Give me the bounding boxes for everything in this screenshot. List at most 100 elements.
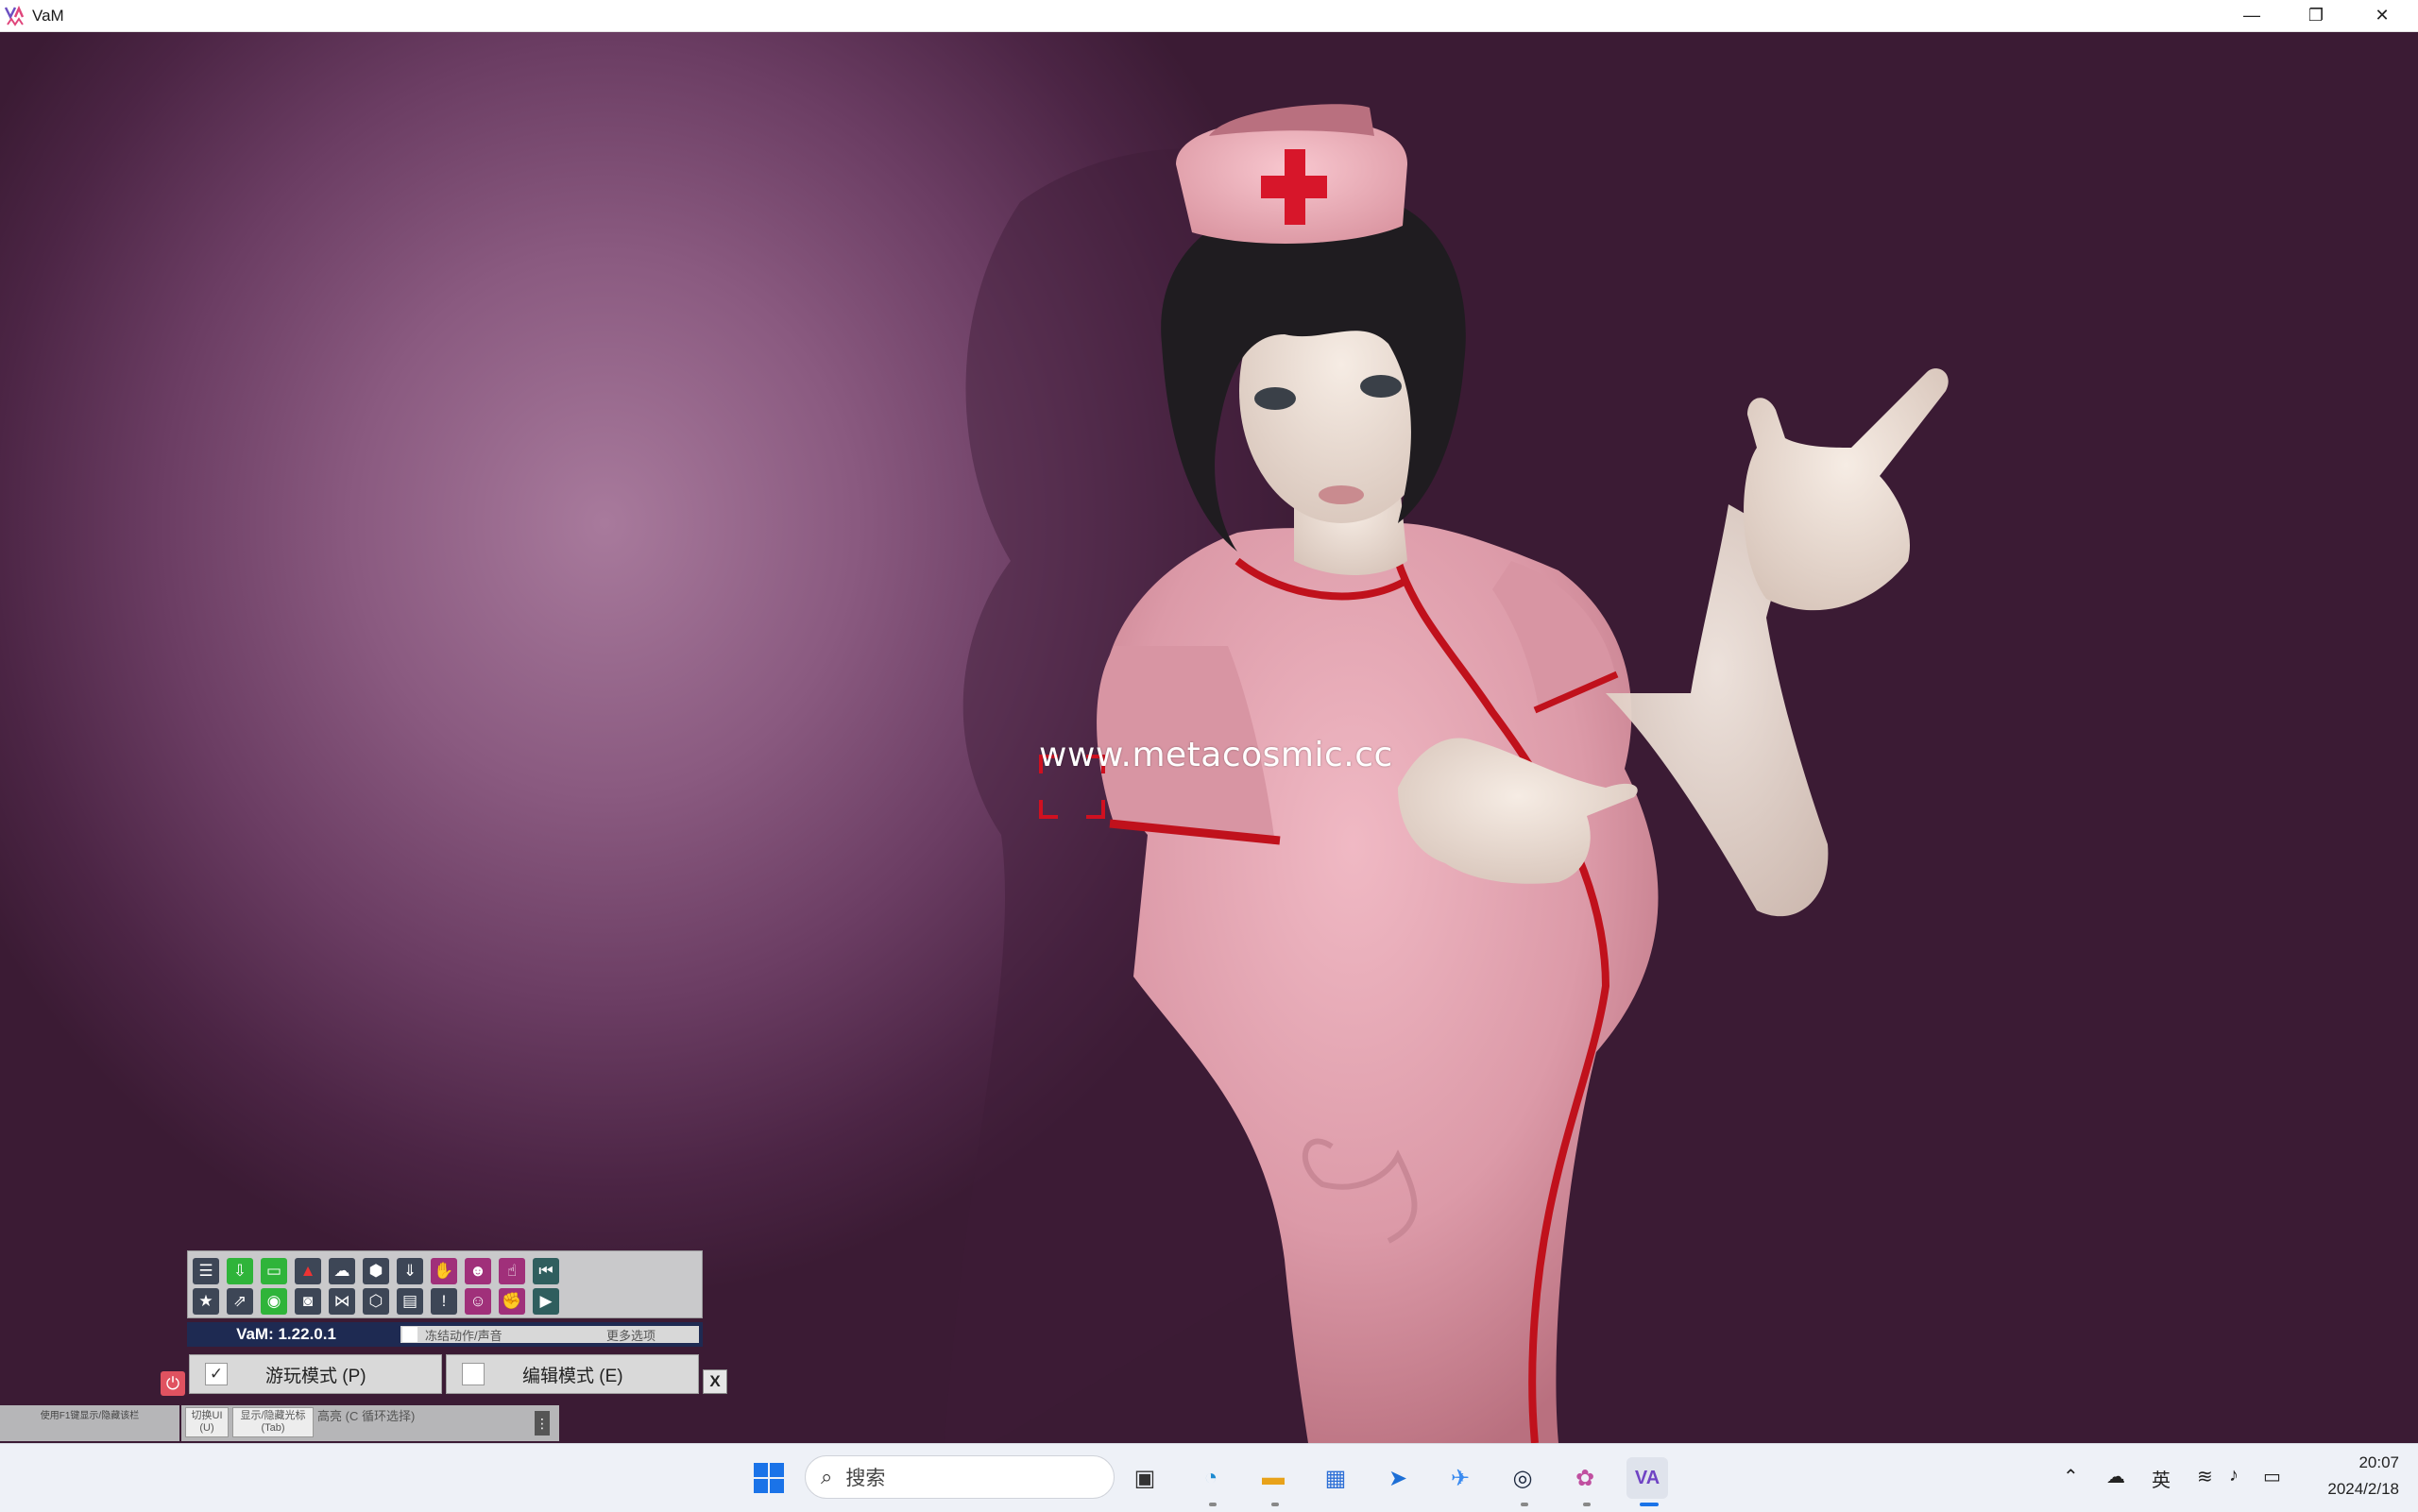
hub-icon: ▲: [299, 1262, 316, 1280]
restore-icon: ❐: [2307, 6, 2324, 25]
screenshot-button[interactable]: ◉: [261, 1288, 287, 1315]
file-button[interactable]: ▤: [397, 1288, 423, 1315]
person-edit-button[interactable]: ☺: [465, 1288, 491, 1315]
arrow-app-icon: ➤: [1388, 1465, 1408, 1491]
edge-button[interactable]: ◔: [1190, 1457, 1232, 1499]
running-indicator: [1209, 1503, 1217, 1506]
packages-button[interactable]: ⬡: [363, 1288, 389, 1315]
close-icon: ✕: [2375, 6, 2390, 25]
star-icon: ★: [198, 1292, 213, 1310]
hand-button[interactable]: ✋: [431, 1258, 457, 1284]
person-add-button[interactable]: ☻: [465, 1258, 491, 1284]
hint-more-button[interactable]: ⋮: [535, 1411, 550, 1436]
store-icon: ▦: [1324, 1465, 1347, 1491]
freeze-motion-toggle[interactable]: 冻结动作/声音: [400, 1326, 570, 1343]
vam-main-panel: ☰ ⇩ ▭ ▲ ☁ ⬢ ⇓ ✋ ☻ ☝ ⏮ ★ ⇗ ◉ ◙ ⋈ ⬡ ▤ ! ☺ …: [178, 1249, 727, 1400]
running-indicator: [1583, 1503, 1591, 1506]
freeze-checkbox[interactable]: [402, 1327, 417, 1342]
nodes-button[interactable]: ⋈: [329, 1288, 355, 1315]
person-add-icon: ☻: [469, 1262, 486, 1280]
feedback-app-button[interactable]: ✈: [1439, 1457, 1481, 1499]
edit-mode-label: 编辑模式 (E): [522, 1366, 623, 1386]
vr-icon: ◎: [1512, 1465, 1533, 1491]
file-explorer-button[interactable]: ▬: [1252, 1457, 1294, 1499]
cloud-button[interactable]: ☁: [329, 1258, 355, 1284]
restore-button[interactable]: ❐: [2282, 0, 2350, 31]
minimize-button[interactable]: —: [2218, 0, 2286, 31]
screenshot-icon: ◉: [266, 1292, 281, 1310]
more-options-button[interactable]: 更多选项: [563, 1326, 699, 1343]
power-button[interactable]: ⏻: [161, 1371, 185, 1396]
load-look-button[interactable]: ⇗: [227, 1288, 253, 1315]
vam-taskbar-button[interactable]: VA: [1626, 1457, 1668, 1499]
favorites-button[interactable]: ★: [193, 1288, 219, 1315]
wifi-icon[interactable]: ≋: [2197, 1465, 2213, 1488]
alert-button[interactable]: !: [431, 1288, 457, 1315]
toggle-ui-button[interactable]: 切换UI (U): [185, 1407, 229, 1437]
import-icon: ⇓: [402, 1262, 417, 1280]
package-icon: ⬢: [368, 1262, 383, 1280]
packages-icon: ⬡: [368, 1292, 383, 1310]
close-window-button[interactable]: ✕: [2348, 0, 2416, 31]
person-edit-icon: ☺: [469, 1292, 486, 1310]
grab-button[interactable]: ✊: [499, 1288, 525, 1315]
load-look-icon: ⇗: [232, 1292, 247, 1310]
vr-app-button[interactable]: ◎: [1502, 1457, 1543, 1499]
start-button[interactable]: [748, 1457, 790, 1499]
clock-date[interactable]: 2024/2/18: [2286, 1480, 2399, 1499]
toggle-cursor-button[interactable]: 显示/隐藏光标 (Tab): [232, 1407, 314, 1437]
window-title: VaM: [32, 6, 64, 25]
camera-icon: ◙: [302, 1292, 314, 1310]
cloud-sync-icon[interactable]: ☁: [2106, 1465, 2125, 1488]
hand-icon: ✋: [434, 1262, 454, 1280]
play-icon: ▶: [539, 1292, 553, 1310]
nodes-icon: ⋈: [333, 1292, 350, 1310]
volume-icon[interactable]: ♪: [2229, 1465, 2239, 1487]
play-button[interactable]: ▶: [533, 1288, 559, 1315]
app-arrow-button[interactable]: ➤: [1377, 1457, 1419, 1499]
vam-app-icon: VA: [1634, 1467, 1660, 1488]
cluster-app-icon: ✿: [1575, 1465, 1595, 1491]
edit-mode-checkbox[interactable]: [462, 1363, 485, 1385]
cluster-app-button[interactable]: ✿: [1564, 1457, 1606, 1499]
search-placeholder: 搜索: [845, 1468, 886, 1489]
ime-indicator[interactable]: 英: [2152, 1465, 2171, 1492]
skip-back-button[interactable]: ⏮: [533, 1258, 559, 1284]
more-options-label: 更多选项: [605, 1328, 656, 1343]
cloud-icon: ☁: [333, 1262, 350, 1280]
close-panel-button[interactable]: X: [703, 1369, 727, 1394]
minimize-icon: —: [2243, 6, 2260, 25]
camera-button[interactable]: ◙: [295, 1288, 321, 1315]
f1-hint: 使用F1键显示/隐藏该栏: [0, 1405, 179, 1441]
hub-button[interactable]: ▲: [295, 1258, 321, 1284]
edit-mode-button[interactable]: 编辑模式 (E): [446, 1354, 699, 1394]
menu-button[interactable]: ☰: [193, 1258, 219, 1284]
taskbar-search[interactable]: ⌕ 搜索: [805, 1455, 1115, 1499]
skip-back-icon: ⏮: [538, 1262, 553, 1280]
task-view-button[interactable]: ▣: [1124, 1457, 1166, 1499]
scene-viewport[interactable]: www.metacosmic.cc: [0, 32, 2418, 1443]
menu-icon: ☰: [198, 1262, 213, 1280]
pointer-button[interactable]: ☝: [499, 1258, 525, 1284]
running-indicator: [1271, 1503, 1279, 1506]
version-label: VaM: 1.22.0.1: [236, 1325, 336, 1343]
raised-hand: [1744, 368, 1949, 611]
watermark-text: www.metacosmic.cc: [1039, 736, 1393, 774]
store-button[interactable]: ▦: [1315, 1457, 1356, 1499]
power-icon: ⏻: [165, 1373, 180, 1393]
file-icon: ▤: [401, 1292, 418, 1310]
import-button[interactable]: ⇓: [397, 1258, 423, 1284]
pointer-icon: ☝: [506, 1262, 518, 1280]
tray-overflow-icon[interactable]: ⌃: [2063, 1465, 2079, 1488]
play-mode-button[interactable]: ✓ 游玩模式 (P): [189, 1354, 442, 1394]
package-button[interactable]: ⬢: [363, 1258, 389, 1284]
open-folder-button[interactable]: ▭: [261, 1258, 287, 1284]
battery-icon[interactable]: ▭: [2263, 1465, 2281, 1488]
play-mode-label: 游玩模式 (P): [265, 1366, 366, 1386]
load-scene-button[interactable]: ⇩: [227, 1258, 253, 1284]
play-mode-checkbox[interactable]: ✓: [205, 1363, 228, 1385]
freeze-label: 冻结动作/声音: [425, 1328, 502, 1343]
clock-time[interactable]: 20:07: [2305, 1453, 2399, 1472]
grab-icon: ✊: [502, 1292, 522, 1310]
highlight-hint: 高亮 (C 循环选择): [317, 1409, 416, 1423]
